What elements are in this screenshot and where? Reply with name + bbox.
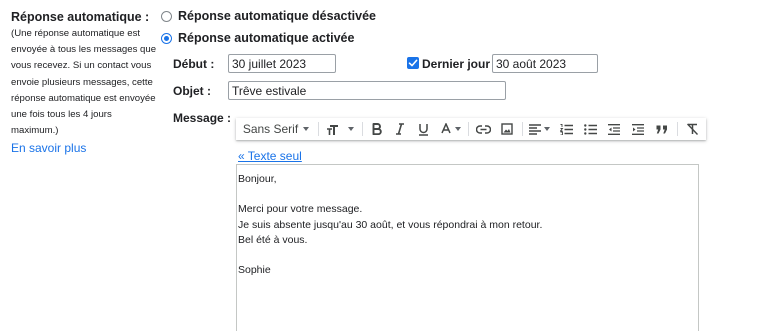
link-button[interactable] — [472, 118, 494, 140]
last-day-input[interactable] — [492, 54, 598, 73]
align-icon — [528, 123, 541, 135]
image-icon — [501, 123, 513, 135]
message-line: Je suis absente jusqu'au 30 août, et vou… — [238, 218, 543, 231]
image-button[interactable] — [496, 118, 518, 140]
message-line: Sophie — [238, 264, 271, 277]
radio-button-on[interactable] — [161, 32, 172, 44]
indent-less-icon — [608, 123, 620, 135]
text-color-button[interactable] — [436, 118, 464, 140]
underline-button[interactable] — [413, 118, 433, 140]
italic-icon — [396, 123, 404, 135]
font-family-select[interactable]: Sans Serif — [240, 118, 312, 140]
toolbar-divider — [522, 122, 523, 136]
plain-text-link[interactable]: « Texte seul — [238, 149, 302, 163]
subject-input[interactable] — [228, 81, 506, 100]
toolbar-divider — [318, 122, 319, 136]
bold-icon — [372, 123, 382, 135]
italic-button[interactable] — [390, 118, 410, 140]
formatting-toolbar: Sans Serif — [236, 118, 706, 140]
last-day-checkbox[interactable] — [407, 57, 419, 69]
indent-more-icon — [632, 123, 644, 135]
message-label: Message : — [173, 111, 232, 125]
toolbar-divider — [362, 122, 363, 136]
bulleted-list-button[interactable] — [579, 118, 601, 140]
start-date-input[interactable] — [228, 54, 336, 73]
quote-button[interactable] — [651, 118, 673, 140]
subject-label: Objet : — [173, 84, 211, 98]
text-size-button[interactable] — [323, 118, 357, 140]
link-icon — [475, 124, 491, 134]
auto-reply-title: Réponse automatique : — [11, 10, 150, 24]
remove-formatting-button[interactable] — [681, 118, 703, 140]
learn-more-link[interactable]: En savoir plus — [11, 140, 161, 156]
message-line — [238, 187, 698, 202]
start-date-label: Début : — [173, 57, 215, 71]
checkmark-icon — [408, 59, 418, 67]
quote-icon — [656, 125, 667, 133]
toolbar-divider — [468, 122, 469, 136]
indent-less-button[interactable] — [603, 118, 625, 140]
toolbar-divider — [677, 122, 678, 136]
auto-reply-description: Réponse automatique : (Une réponse autom… — [11, 9, 161, 156]
text-color-icon — [440, 122, 451, 133]
align-button[interactable] — [525, 118, 553, 140]
radio-label-off: Réponse automatique désactivée — [178, 9, 376, 23]
message-editor[interactable]: Bonjour, Merci pour votre message. Je su… — [236, 164, 699, 331]
message-line: Merci pour votre message. — [238, 203, 363, 216]
chevron-down-icon — [303, 127, 310, 131]
bulleted-list-icon — [583, 123, 597, 135]
message-line: Bonjour, — [238, 173, 277, 185]
message-line: Bel été à vous. — [238, 233, 308, 246]
radio-button-off[interactable] — [161, 10, 172, 22]
bold-button[interactable] — [367, 118, 387, 140]
underline-icon — [418, 123, 428, 136]
auto-reply-help-text: (Une réponse automatique est envoyée à t… — [11, 28, 157, 137]
numbered-list-icon — [559, 123, 573, 135]
message-line — [238, 248, 698, 263]
chevron-down-icon — [543, 127, 550, 131]
numbered-list-button[interactable] — [555, 118, 577, 140]
radio-auto-reply-on[interactable]: Réponse automatique activée — [161, 30, 354, 46]
remove-formatting-icon — [686, 123, 698, 135]
chevron-down-icon — [454, 127, 461, 131]
radio-label-on: Réponse automatique activée — [178, 31, 355, 45]
chevron-down-icon — [348, 127, 354, 131]
font-family-label: Sans Serif — [242, 122, 299, 136]
last-day-label: Dernier jour : — [422, 57, 498, 71]
indent-more-button[interactable] — [627, 118, 649, 140]
radio-auto-reply-off[interactable]: Réponse automatique désactivée — [161, 8, 376, 24]
text-size-icon — [327, 124, 338, 135]
